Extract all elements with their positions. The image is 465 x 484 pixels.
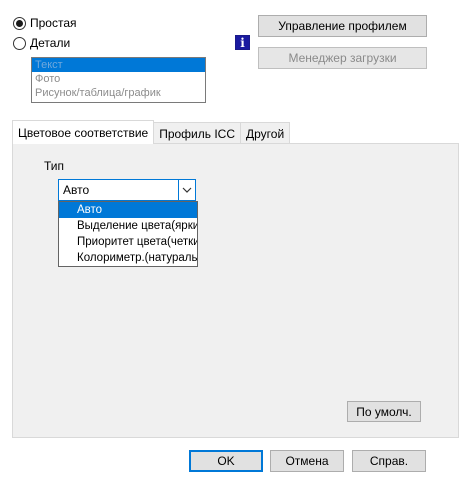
listbox-item-text[interactable]: Текст xyxy=(32,58,205,72)
image-type-listbox[interactable]: Текст Фото Рисунок/таблица/график xyxy=(31,57,206,103)
help-button[interactable]: Справ. xyxy=(352,450,426,472)
dropdown-item-vivid[interactable]: Выделение цвета(яркий) xyxy=(59,218,197,234)
dropdown-item-sharp[interactable]: Приоритет цвета(четкий) xyxy=(59,234,197,250)
tab-icc-profile[interactable]: Профиль ICC xyxy=(153,122,242,144)
radio-simple[interactable]: Простая xyxy=(13,15,77,31)
tab-bar: Цветовое соответствие Профиль ICC Другой xyxy=(12,120,291,144)
radio-details[interactable]: Детали xyxy=(13,35,70,51)
chevron-down-icon[interactable] xyxy=(178,180,195,200)
tab-other[interactable]: Другой xyxy=(240,122,291,144)
type-combobox-value: Авто xyxy=(63,183,90,197)
listbox-item-graphics[interactable]: Рисунок/таблица/график xyxy=(32,86,205,100)
dropdown-item-colorimetric[interactable]: Колориметр.(натуральный) xyxy=(59,250,197,266)
listbox-item-photo[interactable]: Фото xyxy=(32,72,205,86)
download-manager-button: Менеджер загрузки xyxy=(258,47,427,69)
ok-button[interactable]: OK xyxy=(189,450,263,472)
defaults-button[interactable]: По умолч. xyxy=(347,401,421,422)
cancel-button[interactable]: Отмена xyxy=(270,450,344,472)
tab-color-matching[interactable]: Цветовое соответствие xyxy=(12,120,155,144)
profile-management-button[interactable]: Управление профилем xyxy=(258,15,427,37)
radio-details-label: Детали xyxy=(30,36,71,50)
radio-simple-circle[interactable] xyxy=(13,16,26,30)
dropdown-item-auto[interactable]: Авто xyxy=(59,202,197,218)
type-label: Тип xyxy=(44,159,65,173)
info-icon[interactable]: i xyxy=(235,35,250,50)
type-dropdown-list: Авто Выделение цвета(яркий) Приоритет цв… xyxy=(58,201,198,267)
radio-details-circle[interactable] xyxy=(13,36,26,50)
type-combobox[interactable]: Авто xyxy=(58,179,196,201)
radio-simple-label: Простая xyxy=(30,16,77,30)
